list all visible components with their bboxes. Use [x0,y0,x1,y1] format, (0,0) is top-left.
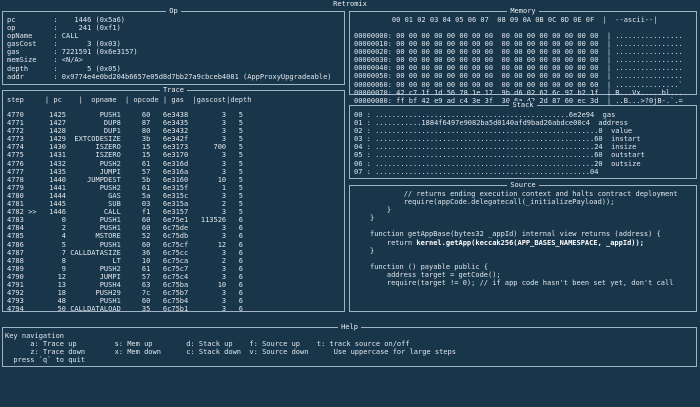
trace-row: 4794 50 CALLDATALOAD 35 6c75b1 3 6 [7,305,244,314]
trace-row: 4787 7 CALLDATASIZE 36 6c75cc 3 6 [7,248,244,257]
trace-row: 4775 1431 ISZERO 15 6e3170 3 5 [7,151,244,160]
source-line: } [370,246,375,255]
memory-row: 00000070: 42 c7 1f 1d 56 78 1e 17 9b d6 … [354,88,683,97]
trace-panel[interactable]: Trace step | pc | opname | opcode | gas … [2,86,345,313]
trace-row: 4789 9 PUSH2 61 6c75c7 3 6 [7,264,244,273]
source-line [370,255,678,263]
trace-row: 4781 1445 SUB 03 6e315a 2 5 [7,200,244,209]
trace-row: 4776 1432 PUSH2 61 6e316d 3 5 [7,159,244,168]
op-panel: Op pc : 1446 (0x5a6) op : 241 (0xf1) opNam… [2,7,345,85]
trace-row: 4784 2 PUSH1 60 6c75de 3 6 [7,224,244,233]
stack-row: 07 : ...................................… [354,167,599,176]
help-panel: Help Key navigation a: Trace up s: Mem u… [2,323,697,367]
trace-row: 4783 0 PUSH1 60 6e75e1 113526 6 [7,216,244,225]
source-panel[interactable]: Source // returns ending execution conte… [349,181,697,312]
trace-row: 4779 1441 PUSH2 61 6e315f 1 5 [7,183,244,192]
trace-row: 4790 12 JUMPI 57 6c75c4 3 6 [7,272,244,281]
memory-row: 00000030: 00 00 00 00 00 00 00 00 00 00 … [354,56,683,65]
trace-row: 4772 1428 DUP1 80 6e3432 3 5 [7,127,244,136]
source-line-prefix: return [370,238,417,247]
source-line: function () payable public { [370,262,489,271]
memory-row: 00000060: 00 00 00 00 00 00 00 00 00 00 … [354,80,683,89]
op-field-row: addr : 0x9774e4e0bd204b6657e05d8d7bb27a9… [7,72,332,81]
help-line: a: Trace up s: Mem up d: Stack up f: Sou… [5,340,410,349]
stack-panel-title: Stack [509,101,537,109]
memory-row: 00000040: 00 00 00 00 00 00 00 00 00 00 … [354,64,683,73]
stack-row: 04 : ...................................… [354,143,637,152]
trace-row: 4774 1430 ISZERO 15 6e3173 700 5 [7,143,244,152]
memory-row: 00000010: 00 00 00 00 00 00 00 00 00 00 … [354,40,683,49]
trace-panel-title: Trace [159,86,188,94]
source-line: require(appCode.delegatecall(_initialize… [370,198,615,207]
op-panel-title: Op [166,7,181,15]
source-line: require(target != 0); // if app code has… [370,279,674,288]
trace-row: 4785 4 MSTORE 52 6c75db 3 6 [7,232,244,241]
trace-row: 4771 1427 DUP8 87 6e3435 3 5 [7,119,244,128]
trace-row: 4780 1444 GAS 5a 6e315c 3 5 [7,191,244,200]
trace-row: 4793 48 PUSH1 60 6c75b4 3 6 [7,297,244,306]
memory-row: 00000050: 00 00 00 00 00 00 00 00 00 00 … [354,72,683,81]
stack-row: 03 : ...................................… [354,135,641,144]
op-field-row: pc : 1446 (0x5a6) [7,16,126,24]
op-field-row: depth : 5 (0x05) [7,64,121,73]
op-field-row: gas : 7221591 (0x6e3157) [7,48,138,57]
trace-row: 4770 1425 PUSH1 60 6e3438 3 5 [7,111,244,119]
trace-row: 4782 >> 1446 CALL f1 6e3157 3 5 [7,208,244,217]
op-rows: pc : 1446 (0x5a6) op : 241 (0xf1) opName :… [7,16,332,81]
source-line: } [370,206,392,215]
memory-rows: 00000000: 00 00 00 00 00 00 00 00 00 00 … [354,32,683,105]
trace-row: 4777 1435 JUMPI 57 6e316a 3 5 [7,167,244,176]
op-field-row: memSize : <N/A> [7,56,83,65]
memory-panel[interactable]: Memory 00 01 02 03 04 05 06 07 08 09 0A … [349,7,697,105]
source-line: address target = getCode(); [370,270,501,279]
memory-row: 00000000: 00 00 00 00 00 00 00 00 00 00 … [354,32,683,40]
source-panel-title: Source [507,181,539,189]
trace-header: step | pc | opname | opcode | gas |gasco… [7,96,252,104]
source-line: return kernel.getApp(keccak256(APP_BASES… [370,239,678,247]
trace-row: 4778 1440 JUMPDEST 5b 6e3160 10 5 [7,175,244,184]
source-line: } [370,214,375,223]
stack-row: 01 : ...........1884f6497e9082ba5d0140af… [354,119,628,128]
stack-panel[interactable]: Stack 00 : .............................… [349,101,697,179]
source-line-highlight: kernel.getApp(keccak256(APP_BASES_NAMESP… [416,238,644,247]
stack-rows: 00 : ...................................… [354,111,645,176]
source-line [370,222,678,230]
stack-row: 02 : ...................................… [354,127,633,136]
trace-row: 4791 13 PUSH4 63 6c75ba 10 6 [7,280,244,289]
stack-row: 05 : ...................................… [354,151,645,160]
trace-row: 4788 8 LT 10 6c75ca 2 6 [7,256,244,265]
help-line: press `q` to quit [5,356,86,365]
stack-row: 00 : ...................................… [354,111,616,119]
help-panel-title: Help [338,323,361,331]
memory-header: 00 01 02 03 04 05 06 07 08 09 0A 0B 0C 0… [354,16,658,24]
op-field-row: gasCost : 3 (0x03) [7,40,121,49]
trace-row: 4792 18 PUSH29 7c 6c75b7 3 6 [7,289,244,298]
trace-row: 4773 1429 EXTCODESIZE 3b 6e342f 3 5 [7,135,244,144]
help-rows: Key navigation a: Trace up s: Mem up d: … [5,332,456,364]
memory-row: 00000020: 00 00 00 00 00 00 00 00 00 00 … [354,48,683,57]
stack-row: 06 : ...................................… [354,159,641,168]
op-field-row: op : 241 (0xf1) [7,24,121,33]
trace-row: 4786 5 PUSH1 60 6c75cf 12 6 [7,240,244,249]
trace-rows: 4770 1425 PUSH1 60 6e3438 3 5 4771 1427 D… [7,111,243,313]
help-line: Key navigation [5,332,65,340]
memory-panel-title: Memory [507,7,539,15]
op-field-row: opName : CALL [7,32,79,41]
source-line: function getAppBase(bytes32 _appId) inte… [370,230,661,239]
help-line: z: Trace down x: Mem down c: Stack down … [5,348,456,357]
source-line: // returns ending execution context and … [370,190,678,198]
source-rows: // returns ending execution context and … [370,190,678,287]
